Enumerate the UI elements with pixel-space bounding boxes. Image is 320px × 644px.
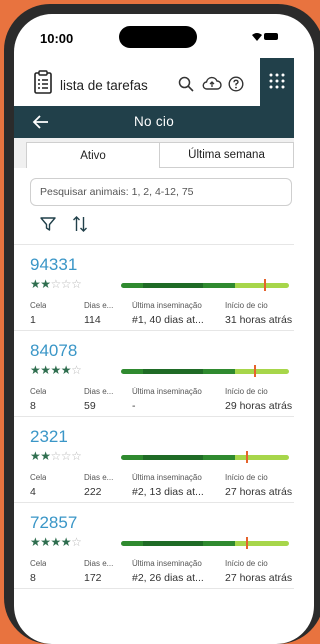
col-inicio-label: Início de cio <box>225 559 268 568</box>
tab-ativo[interactable]: Ativo <box>26 142 160 168</box>
star-rating: ★★☆☆☆ <box>30 449 82 463</box>
wifi-icon <box>252 33 262 41</box>
cloud-sync-icon[interactable] <box>202 76 222 92</box>
star-filled-icon: ★ <box>30 535 41 549</box>
col-dias-label: Dias e... <box>84 387 114 396</box>
star-filled-icon: ★ <box>60 363 72 377</box>
status-bar: 10:00 <box>14 14 294 58</box>
cela-value: 8 <box>30 400 36 412</box>
star-rating: ★★☆☆☆ <box>30 277 82 291</box>
apps-grid-button[interactable] <box>260 58 294 106</box>
search-icon[interactable] <box>178 76 194 92</box>
heat-marker <box>254 365 257 377</box>
cela-value: 4 <box>30 486 36 498</box>
page-title: No cio <box>133 114 175 129</box>
nav-bar: No cio <box>14 106 294 138</box>
ultima-value: #2, 13 dias at... <box>132 486 204 498</box>
sort-icon[interactable] <box>72 215 88 233</box>
inicio-value: 29 horas atrás <box>225 400 293 412</box>
ultima-value: #2, 26 dias at... <box>132 572 204 584</box>
col-cela-label: Cela <box>30 559 47 568</box>
status-time: 10:00 <box>40 31 74 46</box>
heat-progress-bar <box>121 541 289 546</box>
star-filled-icon: ★ <box>40 535 51 549</box>
animal-card[interactable]: 94331 ★★☆☆☆ Cela Dias e... Última insemi… <box>14 244 294 331</box>
help-icon[interactable] <box>228 76 244 92</box>
col-inicio-label: Início de cio <box>225 473 268 482</box>
tab-ultima-semana[interactable]: Última semana <box>160 142 294 168</box>
heat-progress-bar <box>121 455 289 460</box>
col-inicio-label: Início de cio <box>225 387 268 396</box>
animal-id[interactable]: 72857 <box>30 513 77 533</box>
star-filled-icon: ★ <box>30 363 41 377</box>
star-filled-icon: ★ <box>50 363 62 377</box>
animal-id[interactable]: 84078 <box>30 341 77 361</box>
animal-card[interactable]: 84078 ★★★★☆ Cela Dias e... Última insemi… <box>14 330 294 417</box>
tab-bar: Ativo Última semana <box>14 138 294 168</box>
col-cela-label: Cela <box>30 473 47 482</box>
col-ultima-label: Última inseminação <box>132 301 202 310</box>
star-filled-icon: ★ <box>40 277 51 291</box>
dias-value: 59 <box>84 400 96 412</box>
ultima-value: #1, 40 dias at... <box>132 314 204 326</box>
dynamic-island <box>119 26 197 48</box>
heat-marker <box>246 451 248 463</box>
phone-screen: 10:00 lista de tarefas No cio Ativo Últi… <box>14 14 314 644</box>
col-cela-label: Cela <box>30 387 47 396</box>
star-filled-icon: ★ <box>30 277 41 291</box>
star-empty-icon: ☆ <box>71 535 82 549</box>
star-empty-icon: ☆ <box>71 277 82 291</box>
col-cela-label: Cela <box>30 301 47 310</box>
cela-value: 1 <box>30 314 36 326</box>
ultima-value: - <box>132 400 136 412</box>
filter-icon[interactable] <box>40 216 56 232</box>
star-empty-icon: ☆ <box>60 277 72 291</box>
star-empty-icon: ☆ <box>50 449 62 463</box>
heat-marker <box>264 279 267 291</box>
star-empty-icon: ☆ <box>71 449 82 463</box>
clipboard-icon <box>34 70 52 94</box>
star-filled-icon: ★ <box>60 535 72 549</box>
heat-progress-bar <box>121 369 289 374</box>
star-filled-icon: ★ <box>40 363 51 377</box>
star-empty-icon: ☆ <box>60 449 72 463</box>
col-inicio-label: Início de cio <box>225 301 268 310</box>
col-ultima-label: Última inseminação <box>132 387 202 396</box>
col-dias-label: Dias e... <box>84 301 114 310</box>
dias-value: 172 <box>84 572 102 584</box>
star-filled-icon: ★ <box>40 449 51 463</box>
inicio-value: 27 horas atrás <box>225 572 293 584</box>
star-filled-icon: ★ <box>50 535 62 549</box>
app-title: lista de tarefas <box>60 78 148 93</box>
animal-id[interactable]: 2321 <box>30 427 68 447</box>
search-input[interactable]: Pesquisar animais: 1, 2, 4-12, 75 <box>30 178 292 206</box>
heat-marker <box>246 537 248 549</box>
star-empty-icon: ☆ <box>71 363 82 377</box>
animal-card-partial[interactable] <box>14 588 294 644</box>
star-empty-icon: ☆ <box>50 277 62 291</box>
col-dias-label: Dias e... <box>84 473 114 482</box>
col-ultima-label: Última inseminação <box>132 559 202 568</box>
animal-card[interactable]: 72857 ★★★★☆ Cela Dias e... Última insemi… <box>14 502 294 589</box>
battery-icon <box>264 33 278 40</box>
cela-value: 8 <box>30 572 36 584</box>
animal-id[interactable]: 94331 <box>30 255 77 275</box>
grid-icon <box>269 73 285 89</box>
star-rating: ★★★★☆ <box>30 535 82 549</box>
app-header: lista de tarefas <box>14 58 294 107</box>
phone-frame: 10:00 lista de tarefas No cio Ativo Últi… <box>4 4 320 644</box>
col-dias-label: Dias e... <box>84 559 114 568</box>
dias-value: 114 <box>84 314 101 326</box>
col-ultima-label: Última inseminação <box>132 473 202 482</box>
dias-value: 222 <box>84 486 102 498</box>
animal-card[interactable]: 2321 ★★☆☆☆ Cela Dias e... Última insemin… <box>14 416 294 503</box>
inicio-value: 27 horas atrás <box>225 486 293 498</box>
star-rating: ★★★★☆ <box>30 363 82 377</box>
star-filled-icon: ★ <box>30 449 41 463</box>
inicio-value: 31 horas atrás <box>225 314 293 326</box>
